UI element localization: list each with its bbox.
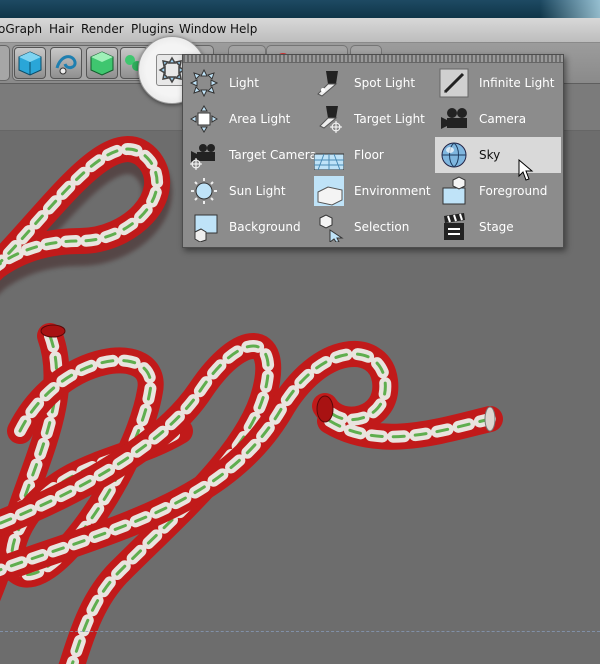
area-light-icon <box>190 105 218 133</box>
menu-item-light[interactable]: Light <box>185 65 309 101</box>
menu-render[interactable]: Render <box>81 22 124 36</box>
spline-tool-button[interactable] <box>50 47 82 79</box>
menu-mograph[interactable]: oGraph <box>0 22 42 36</box>
cube-icon <box>18 51 42 76</box>
sky-icon <box>441 142 467 168</box>
cube-tool-button[interactable] <box>14 47 46 79</box>
floor-guide-line <box>0 631 600 632</box>
selection-icon <box>319 214 344 242</box>
target-light-icon <box>319 106 342 133</box>
menu-item-foreground[interactable]: Foreground <box>435 173 559 209</box>
infinite-light-icon <box>439 68 469 98</box>
menu-item-sky[interactable]: Sky <box>435 137 561 173</box>
foreground-icon <box>442 176 466 205</box>
menu-item-label: Target Light <box>354 112 425 126</box>
target-camera-icon <box>190 144 215 170</box>
menu-item-label: Sun Light <box>229 184 286 198</box>
menu-item-target-camera[interactable]: Target Camera <box>185 137 317 173</box>
menu-item-label: Camera <box>479 112 527 126</box>
menu-item-label: Light <box>229 76 259 90</box>
mouse-cursor-icon <box>518 159 534 181</box>
background-icon <box>194 214 218 242</box>
menu-item-background[interactable]: Background <box>185 209 309 245</box>
menu-item-sun-light[interactable]: Sun Light <box>185 173 309 209</box>
menu-item-label: Environment <box>354 184 431 198</box>
menu-item-label: Selection <box>354 220 410 234</box>
menu-item-label: Sky <box>479 148 501 162</box>
light-tools-popup: Light Area Light Target Camera Sun Light… <box>182 54 564 248</box>
menu-item-floor[interactable]: Floor <box>310 137 434 173</box>
menu-item-area-light[interactable]: Area Light <box>185 101 309 137</box>
menu-item-label: Background <box>229 220 301 234</box>
toolbar-group-left <box>0 45 10 81</box>
menu-item-spot-light[interactable]: Spot Light <box>310 65 434 101</box>
menu-item-camera[interactable]: Camera <box>435 101 559 137</box>
sun-light-icon <box>191 178 217 204</box>
menu-item-label: Stage <box>479 220 514 234</box>
menu-item-selection[interactable]: Selection <box>310 209 434 245</box>
spline-pen-icon <box>55 55 77 75</box>
popup-grip[interactable] <box>183 55 563 63</box>
nurbs-cube-icon <box>90 51 114 76</box>
spot-light-icon <box>317 71 338 97</box>
menu-window[interactable]: Window <box>179 22 226 36</box>
menu-plugins[interactable]: Plugins <box>131 22 174 36</box>
menu-item-label: Target Camera <box>229 148 318 162</box>
menu-item-label: Floor <box>354 148 384 162</box>
nurbs-tool-button[interactable] <box>86 47 118 79</box>
menu-hair[interactable]: Hair <box>49 22 74 36</box>
menu-item-stage[interactable]: Stage <box>435 209 559 245</box>
menu-item-label: Foreground <box>479 184 548 198</box>
menu-item-label: Infinite Light <box>479 76 555 90</box>
light-icon <box>189 68 219 98</box>
camera-icon <box>441 108 467 129</box>
titlebar-glow <box>540 0 600 18</box>
menu-item-label: Area Light <box>229 112 291 126</box>
environment-icon <box>314 176 344 206</box>
floor-icon <box>314 153 344 170</box>
menubar: oGraph Hair Render Plugins Window Help <box>0 18 600 43</box>
window-titlebar <box>0 0 600 18</box>
menu-help[interactable]: Help <box>230 22 257 36</box>
menu-item-target-light[interactable]: Target Light <box>310 101 434 137</box>
menu-item-environment[interactable]: Environment <box>310 173 434 209</box>
menu-item-infinite-light[interactable]: Infinite Light <box>435 65 559 101</box>
stage-icon <box>444 213 465 240</box>
menu-item-label: Spot Light <box>354 76 416 90</box>
